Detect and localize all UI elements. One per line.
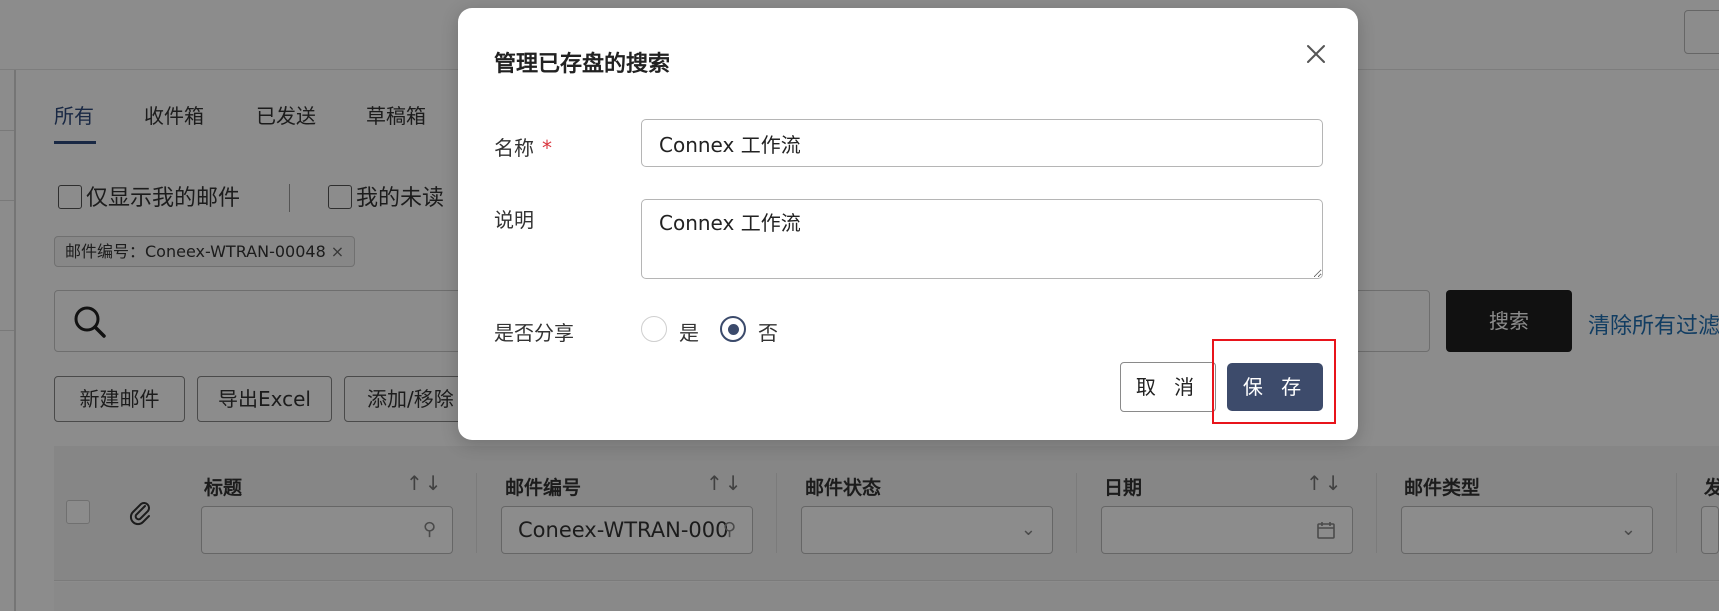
share-yes-label: 是 [679,321,699,345]
description-field[interactable]: Connex 工作流 [641,199,1323,279]
description-label: 说明 [494,208,534,232]
required-mark: * [542,136,552,160]
name-label-text: 名称 [494,136,534,160]
share-no-label: 否 [758,321,778,345]
cancel-button[interactable]: 取 消 [1120,362,1216,412]
name-label: 名称 * [494,132,552,161]
share-no-radio[interactable] [720,316,746,342]
name-field[interactable] [641,119,1323,167]
close-icon[interactable] [1300,38,1332,70]
save-button-highlight [1212,339,1336,424]
share-yes-radio[interactable] [641,316,667,342]
share-label: 是否分享 [494,321,574,345]
dialog-title: 管理已存盘的搜索 [494,52,671,77]
